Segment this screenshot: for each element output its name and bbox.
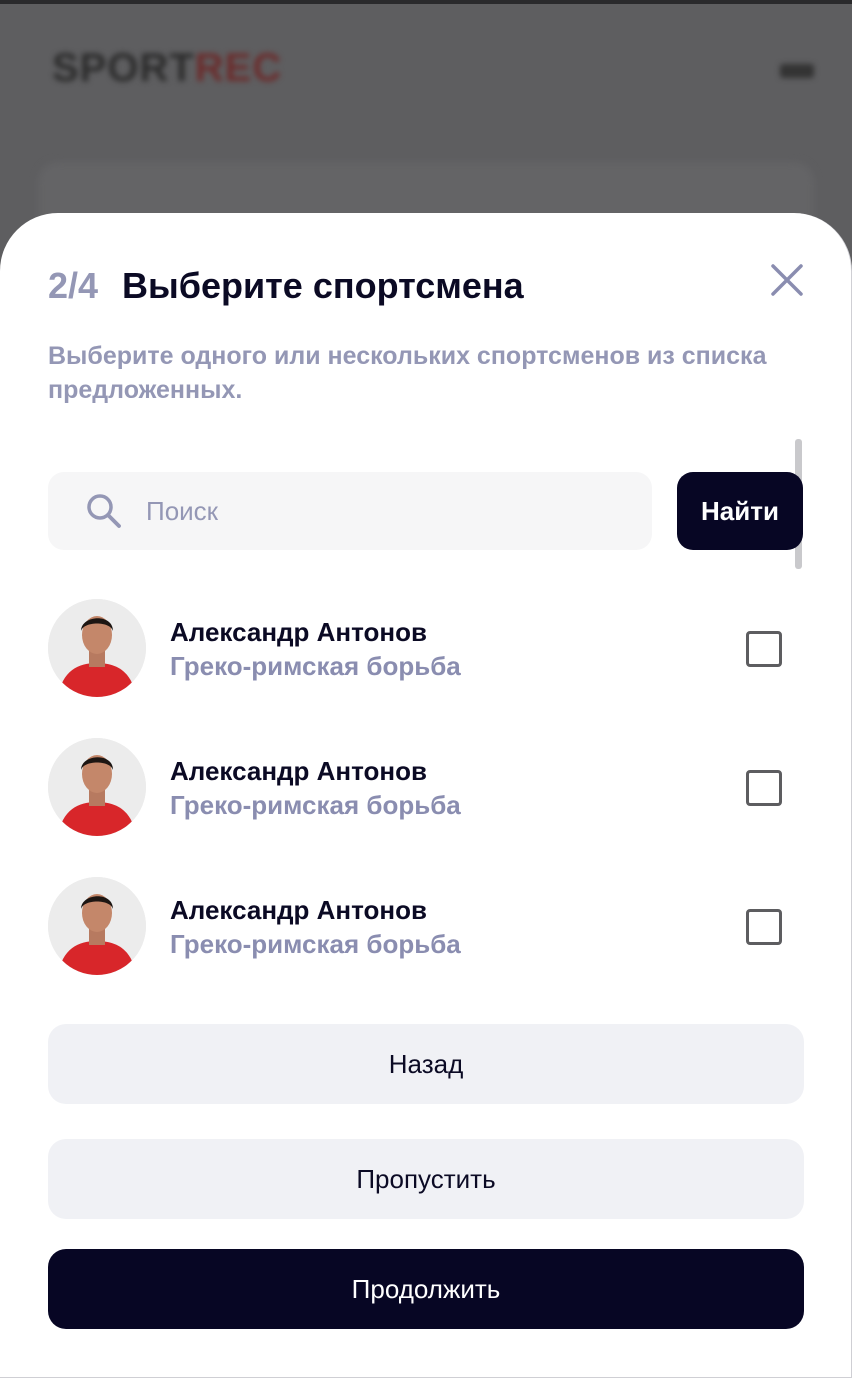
athlete-sport: Греко-римская борьба — [170, 929, 461, 959]
menu-icon — [780, 64, 814, 78]
avatar — [48, 877, 146, 975]
athlete-name: Александр Антонов — [170, 617, 427, 647]
athlete-name: Александр Антонов — [170, 756, 427, 786]
athlete-checkbox[interactable] — [746, 770, 782, 806]
modal-subtitle: Выберите одного или нескольких спортсмен… — [48, 342, 767, 404]
find-button[interactable]: Найти — [677, 472, 803, 550]
continue-button[interactable]: Продолжить — [48, 1249, 804, 1329]
search-box — [48, 472, 652, 550]
avatar — [48, 599, 146, 697]
step-indicator: 2/4 — [48, 265, 99, 306]
search-icon — [87, 494, 121, 528]
athlete-checkbox[interactable] — [746, 631, 782, 667]
close-icon — [771, 264, 803, 296]
athlete-sport: Греко-римская борьба — [170, 651, 461, 681]
list-item[interactable]: Александр Антонов Греко-римская борьба — [48, 877, 788, 975]
skip-button[interactable]: Пропустить — [48, 1139, 804, 1219]
site-logo: SPORTREC — [52, 46, 283, 90]
back-button[interactable]: Назад — [48, 1024, 804, 1104]
athlete-checkbox[interactable] — [746, 909, 782, 945]
list-item[interactable]: Александр Антонов Греко-римская борьба — [48, 599, 788, 697]
search-input[interactable] — [144, 490, 608, 532]
modal-title: Выберите спортсмена — [122, 265, 524, 306]
close-button[interactable] — [768, 261, 806, 299]
athlete-sport: Греко-римская борьба — [170, 790, 461, 820]
athlete-name: Александр Антонов — [170, 895, 427, 925]
avatar — [48, 738, 146, 836]
modal-header: 2/4 Выберите спортсмена — [48, 263, 524, 309]
list-item[interactable]: Александр Антонов Греко-римская борьба — [48, 738, 788, 836]
select-athlete-modal: 2/4 Выберите спортсмена Выберите одного … — [0, 213, 852, 1378]
